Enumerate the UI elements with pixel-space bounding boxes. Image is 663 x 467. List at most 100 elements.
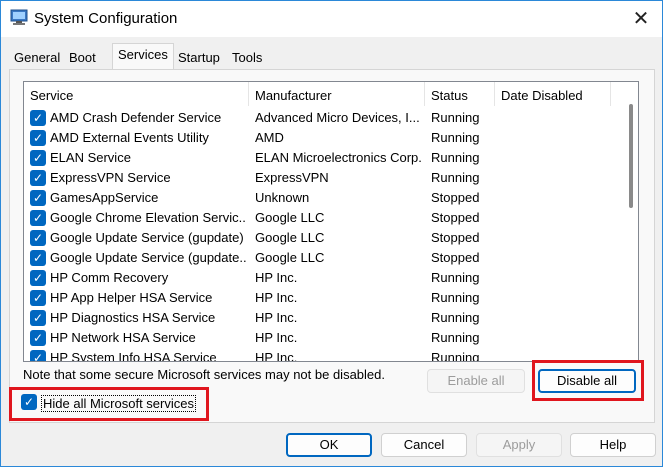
- service-name: AMD Crash Defender Service: [50, 110, 222, 125]
- cancel-button[interactable]: Cancel: [381, 433, 467, 457]
- hide-microsoft-services-label[interactable]: Hide all Microsoft services: [41, 395, 196, 412]
- services-list[interactable]: Service Manufacturer Status Date Disable…: [23, 81, 639, 362]
- table-row[interactable]: ✓ GamesAppService Unknown Stopped: [24, 188, 624, 208]
- service-status: Running: [431, 310, 480, 325]
- system-config-icon: [10, 9, 28, 25]
- service-name: Google Update Service (gupdate): [50, 230, 244, 245]
- manufacturer-name: Google LLC: [255, 210, 325, 225]
- table-row[interactable]: ✓ ExpressVPN Service ExpressVPN Running: [24, 168, 624, 188]
- manufacturer-name: Google LLC: [255, 230, 325, 245]
- service-name: HP Comm Recovery: [50, 270, 169, 285]
- table-row[interactable]: ✓ Google Chrome Elevation Servic... Google…: [24, 208, 624, 228]
- disable-all-label: Disable all: [557, 373, 617, 388]
- service-checkbox[interactable]: ✓: [30, 130, 46, 146]
- secure-services-note: Note that some secure Microsoft services…: [23, 367, 385, 382]
- apply-button[interactable]: Apply: [476, 433, 562, 457]
- manufacturer-name: Google LLC: [255, 250, 325, 265]
- table-row[interactable]: ✓ Google Update Service (gupdate) Google L…: [24, 228, 624, 248]
- tab-tools[interactable]: Tools: [227, 47, 267, 69]
- service-name: ExpressVPN Service: [50, 170, 171, 185]
- service-name: GamesAppService: [50, 190, 159, 205]
- date-disabled: [501, 108, 611, 128]
- manufacturer-name: HP Inc.: [255, 290, 298, 305]
- service-checkbox[interactable]: ✓: [30, 170, 46, 186]
- date-disabled: [501, 168, 611, 188]
- vertical-scrollbar[interactable]: [624, 82, 638, 361]
- manufacturer-name: Unknown: [255, 190, 310, 205]
- date-disabled: [501, 208, 611, 228]
- column-header-manufacturer[interactable]: Manufacturer: [249, 82, 425, 106]
- service-checkbox[interactable]: ✓: [30, 110, 46, 126]
- manufacturer-name: Advanced Micro Devices, I...: [255, 110, 420, 125]
- close-icon[interactable]: ✕: [621, 5, 661, 33]
- manufacturer-name: HP Inc.: [255, 270, 298, 285]
- service-checkbox[interactable]: ✓: [30, 310, 46, 326]
- service-name: HP Diagnostics HSA Service: [50, 310, 216, 325]
- service-status: Running: [431, 290, 480, 305]
- manufacturer-name: HP Inc.: [255, 330, 298, 345]
- table-row[interactable]: ✓ AMD Crash Defender Service Advanced Micr…: [24, 108, 624, 128]
- service-checkbox[interactable]: ✓: [30, 350, 46, 361]
- hide-microsoft-services-checkbox[interactable]: ✓: [21, 394, 37, 410]
- enable-all-button[interactable]: Enable all: [427, 369, 525, 393]
- scrollbar-thumb[interactable]: [629, 104, 633, 208]
- manufacturer-name: ELAN Microelectronics Corp.: [255, 150, 421, 165]
- service-status: Running: [431, 330, 480, 345]
- date-disabled: [501, 188, 611, 208]
- manufacturer-name: HP Inc.: [255, 310, 298, 325]
- date-disabled: [501, 228, 611, 248]
- table-row[interactable]: ✓ ELAN Service ELAN Microelectronics Corp.…: [24, 148, 624, 168]
- service-name: Google Update Service (gupdate...: [50, 250, 246, 265]
- ok-button[interactable]: OK: [286, 433, 372, 457]
- date-disabled: [501, 248, 611, 268]
- service-checkbox[interactable]: ✓: [30, 150, 46, 166]
- column-header-service[interactable]: Service: [24, 82, 249, 106]
- disable-all-button[interactable]: Disable all: [538, 369, 636, 393]
- tab-startup[interactable]: Startup: [173, 47, 225, 69]
- service-name: HP System Info HSA Service: [50, 350, 217, 362]
- service-checkbox[interactable]: ✓: [30, 290, 46, 306]
- service-status: Stopped: [431, 230, 480, 245]
- table-row[interactable]: ✓ HP Network HSA Service HP Inc. Running: [24, 328, 624, 348]
- service-checkbox[interactable]: ✓: [30, 250, 46, 266]
- service-name: HP Network HSA Service: [50, 330, 196, 345]
- date-disabled: [501, 148, 611, 168]
- date-disabled: [501, 128, 611, 148]
- table-row[interactable]: ✓ AMD External Events Utility AMD Running: [24, 128, 624, 148]
- service-status: Stopped: [431, 190, 480, 205]
- service-status: Running: [431, 150, 480, 165]
- service-checkbox[interactable]: ✓: [30, 330, 46, 346]
- manufacturer-name: AMD: [255, 130, 284, 145]
- list-header: Service Manufacturer Status Date Disable…: [24, 82, 624, 106]
- tab-general[interactable]: General: [9, 47, 65, 69]
- date-disabled: [501, 308, 611, 328]
- manufacturer-name: HP Inc.: [255, 350, 298, 362]
- service-checkbox[interactable]: ✓: [30, 190, 46, 206]
- column-header-date-disabled[interactable]: Date Disabled: [495, 82, 611, 106]
- tab-boot[interactable]: Boot: [64, 47, 101, 69]
- date-disabled: [501, 288, 611, 308]
- date-disabled: [501, 328, 611, 348]
- service-status: Stopped: [431, 210, 480, 225]
- service-name: HP App Helper HSA Service: [50, 290, 213, 305]
- service-checkbox[interactable]: ✓: [30, 230, 46, 246]
- table-row[interactable]: ✓ Google Update Service (gupdate... Google…: [24, 248, 624, 268]
- service-name: ELAN Service: [50, 150, 131, 165]
- table-row[interactable]: ✓ HP Diagnostics HSA Service HP Inc. Runnin…: [24, 308, 624, 328]
- service-status: Running: [431, 130, 480, 145]
- service-name: AMD External Events Utility: [50, 130, 209, 145]
- system-configuration-window: System Configuration ✕ General Boot Serv…: [0, 0, 663, 467]
- enable-all-label: Enable all: [447, 373, 505, 388]
- service-status: Running: [431, 110, 480, 125]
- service-checkbox[interactable]: ✓: [30, 210, 46, 226]
- help-button[interactable]: Help: [570, 433, 656, 457]
- dialog-footer: OK Cancel Apply Help: [1, 425, 662, 466]
- column-header-status[interactable]: Status: [425, 82, 495, 106]
- title-bar: System Configuration ✕: [1, 1, 662, 37]
- table-row[interactable]: ✓ HP Comm Recovery HP Inc. Running: [24, 268, 624, 288]
- table-row[interactable]: ✓ HP App Helper HSA Service HP Inc. Running: [24, 288, 624, 308]
- service-status: Running: [431, 170, 480, 185]
- tab-services[interactable]: Services: [112, 43, 174, 70]
- service-name: Google Chrome Elevation Servic...: [50, 210, 246, 225]
- service-checkbox[interactable]: ✓: [30, 270, 46, 286]
